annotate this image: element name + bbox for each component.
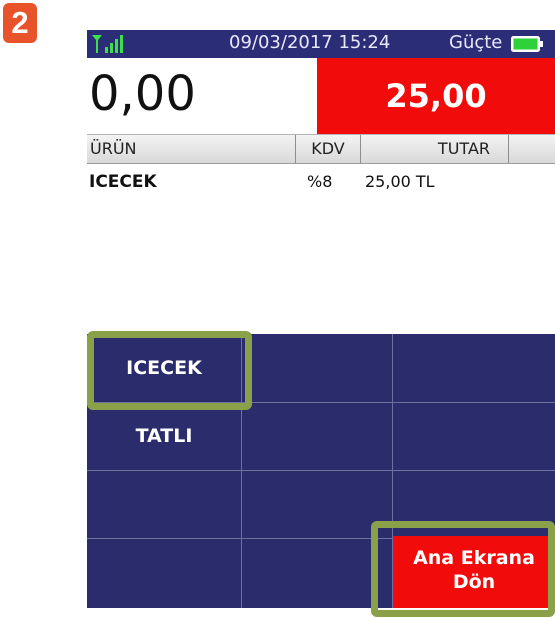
item-name: ICECEK [89, 172, 157, 192]
back-to-home-button[interactable]: Ana Ekrana Dön [393, 536, 555, 608]
step-number-badge: 2 [3, 3, 37, 43]
home-button-line1: Ana Ekrana [413, 547, 535, 569]
category-button-empty[interactable] [87, 471, 241, 538]
total-amount: 25,00 [317, 58, 555, 134]
column-header-product: ÜRÜN [87, 135, 296, 163]
category-button-empty[interactable] [242, 471, 392, 538]
category-button-empty[interactable] [393, 334, 555, 402]
column-header-amount: TUTAR [361, 135, 509, 163]
power-status-label: Güçte [449, 32, 503, 53]
signal-strength-icon [92, 35, 123, 53]
receipt-item-list: ICECEK %8 25,00 TL [87, 164, 555, 334]
category-button-grid: ICECEK TATLI Ana Ekrana Dön [87, 334, 555, 608]
pos-device-screen: 09/03/2017 15:24 Güçte 0,00 25,00 ÜRÜN K… [87, 30, 555, 608]
status-bar: 09/03/2017 15:24 Güçte [87, 30, 555, 58]
status-datetime: 09/03/2017 15:24 [229, 32, 391, 53]
category-button-empty[interactable] [87, 539, 241, 608]
receipt-grid-header: ÜRÜN KDV TUTAR [87, 134, 555, 164]
category-button-empty[interactable] [242, 334, 392, 402]
category-button-empty[interactable] [393, 471, 555, 538]
home-button-line2: Dön [452, 571, 496, 593]
category-button-empty[interactable] [242, 403, 392, 470]
totals-bar: 0,00 25,00 [87, 58, 555, 134]
category-button-tatli[interactable]: TATLI [87, 402, 241, 470]
category-button-icecek[interactable]: ICECEK [87, 334, 241, 402]
paid-amount: 0,00 [87, 58, 317, 134]
item-amount: 25,00 TL [365, 172, 435, 191]
column-header-vat: KDV [296, 135, 361, 163]
category-button-empty[interactable] [393, 403, 555, 470]
receipt-item-row[interactable]: ICECEK %8 25,00 TL [87, 172, 555, 196]
category-button-empty[interactable] [242, 539, 392, 608]
battery-icon [511, 36, 543, 52]
item-vat: %8 [307, 172, 333, 191]
